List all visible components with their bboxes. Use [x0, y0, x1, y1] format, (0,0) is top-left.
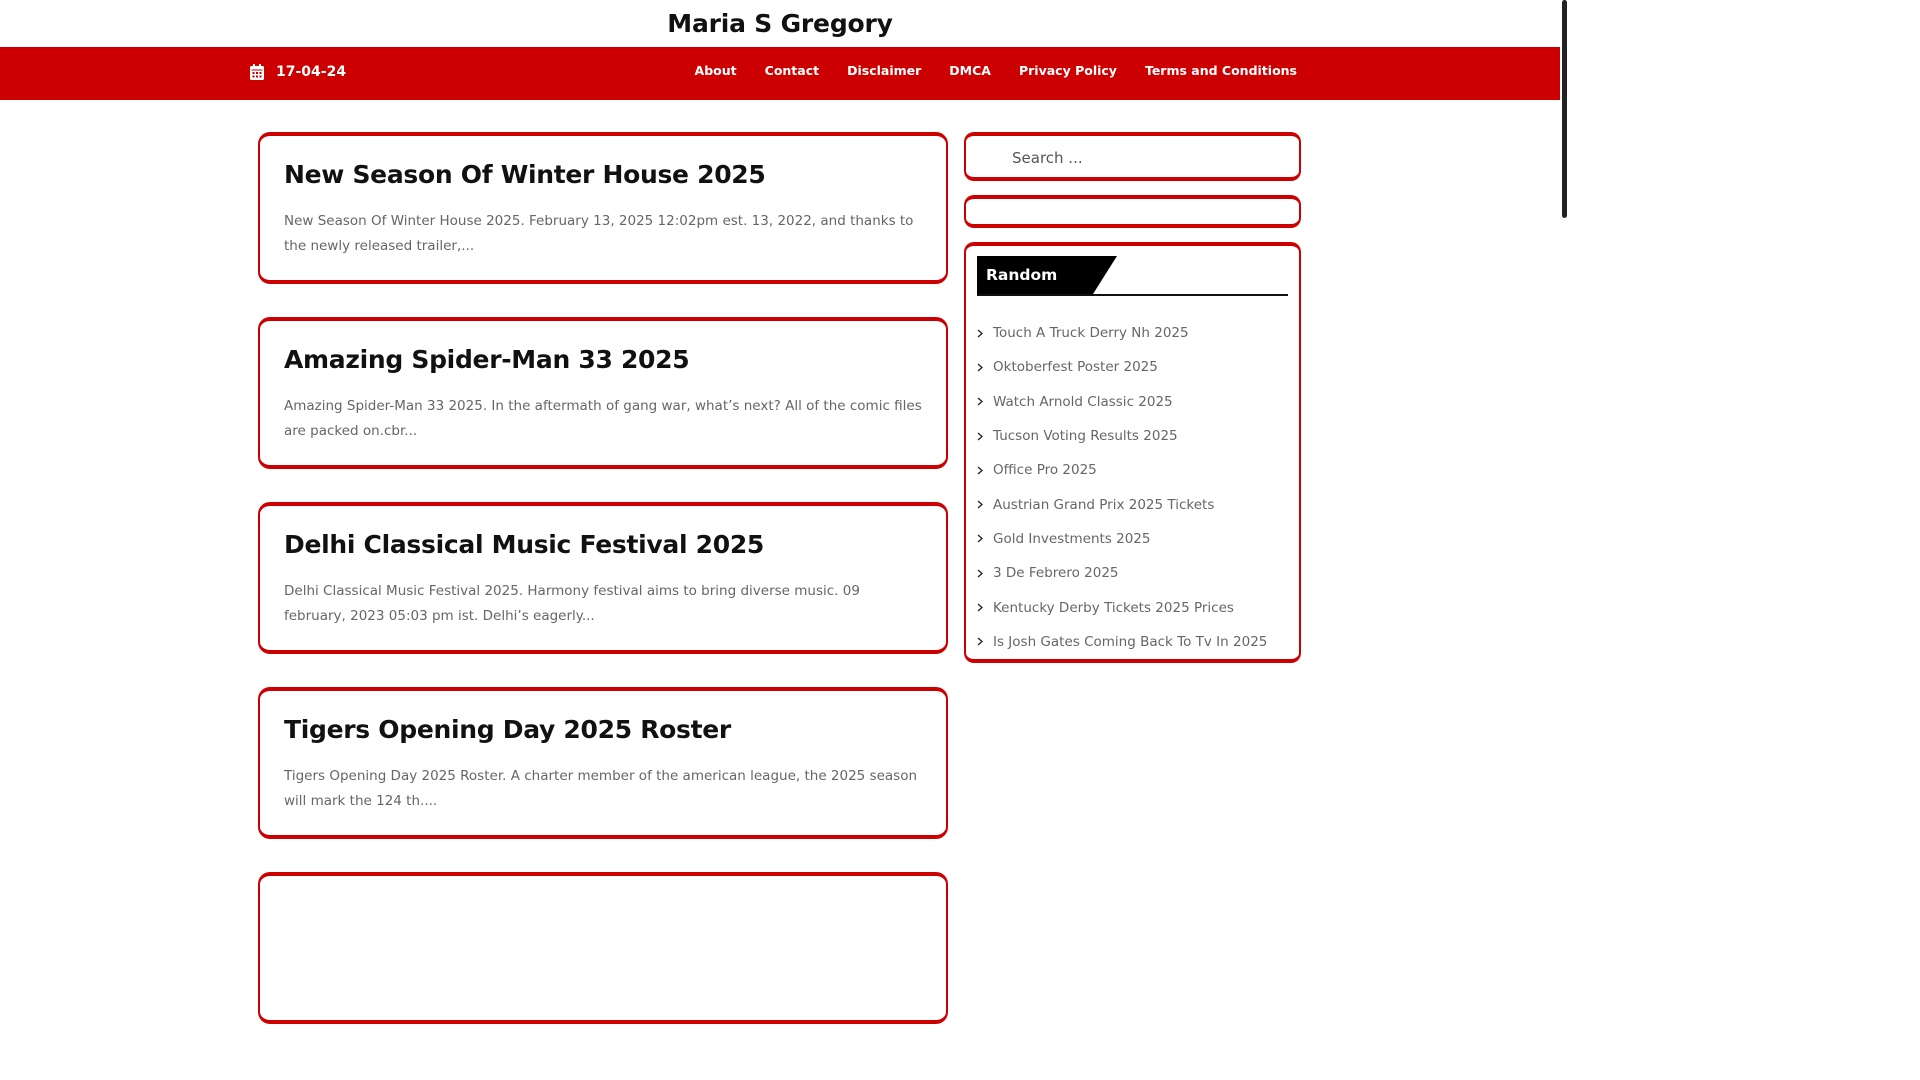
site-title[interactable]: Maria S Gregory [667, 9, 893, 38]
search-icon[interactable] [988, 150, 1004, 166]
list-item: Office Pro 2025 [977, 453, 1288, 487]
chevron-right-icon [977, 637, 983, 646]
chevron-right-icon [977, 603, 983, 612]
nav-link-privacy-policy[interactable]: Privacy Policy [1019, 63, 1117, 78]
random-post-link[interactable]: Tucson Voting Results 2025 [993, 428, 1178, 444]
random-posts-widget: Random Posts Touch A Truck Derry Nh 2025… [964, 242, 1301, 663]
nav-link-dmca[interactable]: DMCA [949, 63, 991, 78]
chevron-right-icon [977, 397, 983, 406]
chevron-right-icon [977, 329, 983, 338]
widget-title: Random Posts [977, 256, 1093, 322]
random-post-link[interactable]: Office Pro 2025 [993, 462, 1097, 478]
random-posts-list: Touch A Truck Derry Nh 2025 Oktoberfest … [977, 316, 1288, 659]
list-item: Gold Investments 2025 [977, 522, 1288, 556]
post-title[interactable]: New Season Of Winter House 2025 [284, 158, 922, 192]
random-post-link[interactable]: Is Josh Gates Coming Back To Tv In 2025 [993, 634, 1267, 650]
random-post-link[interactable]: 3 De Febrero 2025 [993, 565, 1119, 581]
nav-menu: About Contact Disclaimer DMCA Privacy Po… [667, 63, 1297, 78]
random-post-link[interactable]: Austrian Grand Prix 2025 Tickets [993, 497, 1214, 513]
post-card-partial [258, 872, 948, 1024]
nav-link-terms[interactable]: Terms and Conditions [1145, 63, 1297, 78]
post-card: Tigers Opening Day 2025 Roster Tigers Op… [258, 687, 948, 839]
page-scrollbar[interactable] [1560, 0, 1568, 882]
widget-heading: Random Posts [977, 256, 1288, 322]
random-post-link[interactable]: Oktoberfest Poster 2025 [993, 359, 1158, 375]
widget-title-notch [1093, 256, 1117, 294]
scrollbar-thumb[interactable] [1562, 0, 1567, 218]
list-item: Kentucky Derby Tickets 2025 Prices [977, 590, 1288, 624]
header-date: 17-04-24 [250, 64, 346, 80]
random-post-link[interactable]: Watch Arnold Classic 2025 [993, 394, 1173, 410]
post-title[interactable]: Amazing Spider-Man 33 2025 [284, 343, 922, 377]
date-text: 17-04-24 [276, 64, 347, 80]
site-header: Maria S Gregory 17-04-24 About Contact D… [0, 0, 1568, 100]
site-title-bar: Maria S Gregory [0, 0, 1568, 47]
calendar-icon [250, 64, 264, 80]
list-item: Austrian Grand Prix 2025 Tickets [977, 487, 1288, 521]
nav-link-disclaimer[interactable]: Disclaimer [847, 63, 921, 78]
list-item: Oktoberfest Poster 2025 [977, 350, 1288, 384]
post-excerpt: New Season Of Winter House 2025. Februar… [284, 213, 914, 254]
list-item: Tucson Voting Results 2025 [977, 419, 1288, 453]
main-navigation: 17-04-24 About Contact Disclaimer DMCA P… [0, 47, 1560, 100]
sidebar: Random Posts Touch A Truck Derry Nh 2025… [964, 132, 1301, 663]
nav-link-about[interactable]: About [695, 63, 737, 78]
list-item: Is Josh Gates Coming Back To Tv In 2025 [977, 625, 1288, 659]
search-input[interactable] [1012, 146, 1282, 170]
list-item: Watch Arnold Classic 2025 [977, 385, 1288, 419]
random-post-link[interactable]: Gold Investments 2025 [993, 531, 1150, 547]
post-card: New Season Of Winter House 2025 New Seas… [258, 132, 948, 284]
chevron-right-icon [977, 432, 983, 441]
post-list: New Season Of Winter House 2025 New Seas… [258, 132, 948, 1057]
post-title[interactable]: Tigers Opening Day 2025 Roster [284, 713, 922, 747]
post-title[interactable]: Delhi Classical Music Festival 2025 [284, 528, 922, 562]
list-item: 3 De Febrero 2025 [977, 556, 1288, 590]
nav-link-contact[interactable]: Contact [765, 63, 819, 78]
chevron-right-icon [977, 534, 983, 543]
empty-widget [964, 195, 1301, 228]
post-excerpt: Delhi Classical Music Festival 2025. Har… [284, 583, 860, 624]
chevron-right-icon [977, 466, 983, 475]
post-card: Delhi Classical Music Festival 2025 Delh… [258, 502, 948, 654]
chevron-right-icon [977, 363, 983, 372]
post-card: Amazing Spider-Man 33 2025 Amazing Spide… [258, 317, 948, 469]
chevron-right-icon [977, 569, 983, 578]
chevron-right-icon [977, 500, 983, 509]
random-post-link[interactable]: Kentucky Derby Tickets 2025 Prices [993, 600, 1234, 616]
search-widget [964, 132, 1301, 181]
post-excerpt: Tigers Opening Day 2025 Roster. A charte… [284, 768, 918, 809]
post-excerpt: Amazing Spider-Man 33 2025. In the after… [284, 398, 922, 439]
